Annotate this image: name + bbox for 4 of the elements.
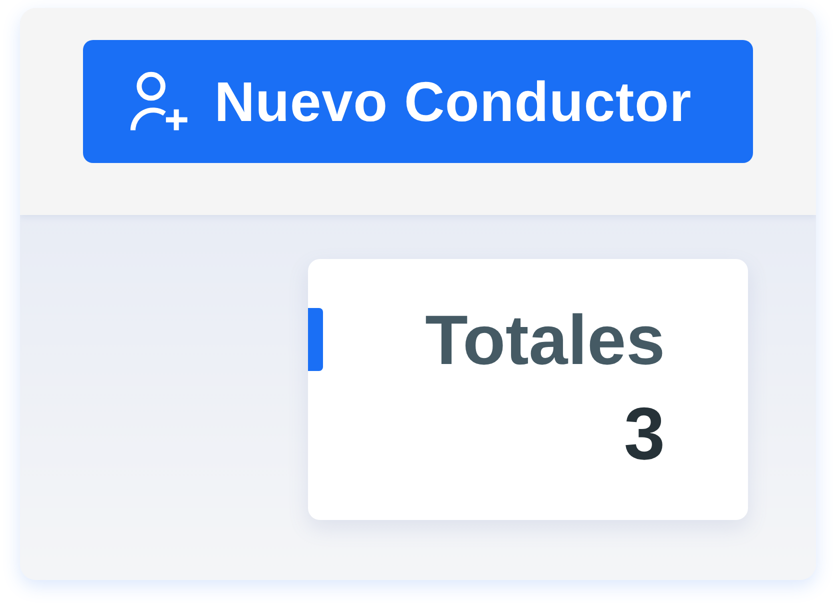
accent-bar (308, 308, 323, 371)
new-driver-button[interactable]: Nuevo Conductor (83, 40, 753, 163)
card-value: 3 (624, 397, 665, 471)
card-title: Totales (425, 305, 665, 375)
